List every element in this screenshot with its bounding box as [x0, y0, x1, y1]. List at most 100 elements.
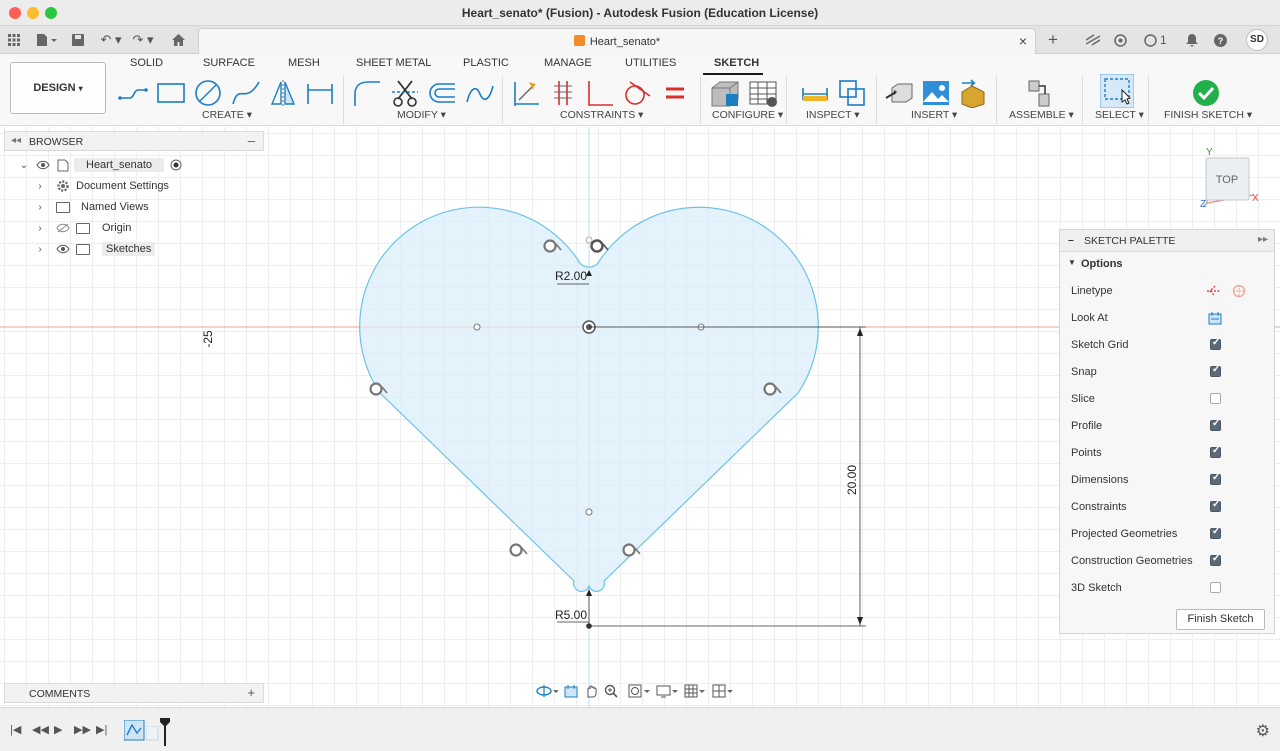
tab-sheet-metal[interactable]: SHEET METAL — [356, 57, 431, 69]
measure-tool-icon[interactable] — [800, 78, 830, 108]
tab-manage[interactable]: MANAGE — [544, 57, 592, 69]
option-dimensions[interactable]: Dimensions — [1060, 470, 1274, 490]
slice-checkbox[interactable] — [1210, 393, 1221, 404]
browser-item-root[interactable]: ⌄ Heart_senato — [18, 156, 182, 174]
tab-sketch[interactable]: SKETCH — [714, 57, 759, 69]
option-3d-sketch[interactable]: 3D Sketch — [1060, 578, 1274, 598]
circle-tool-icon[interactable] — [193, 78, 223, 108]
option-construction-geometries[interactable]: Construction Geometries — [1060, 551, 1274, 571]
profile-checkbox[interactable] — [1210, 418, 1221, 431]
collapse-panel-icon[interactable]: ◂◂ — [11, 135, 21, 146]
modify-menu[interactable]: MODIFY ▾ — [397, 109, 446, 121]
constraints-checkbox[interactable] — [1210, 499, 1221, 512]
mirror-tool-icon[interactable] — [268, 78, 298, 108]
snap-checkbox[interactable] — [1210, 364, 1221, 377]
redo-icon[interactable]: ↷ ▾ — [130, 31, 156, 49]
timeline-previous-icon[interactable]: ◀◀ — [32, 723, 49, 736]
option-points[interactable]: Points — [1060, 443, 1274, 463]
pan-hand-icon[interactable] — [584, 684, 598, 698]
perpendicular-constraint-icon[interactable] — [585, 78, 615, 108]
sketch-curve-tool-icon[interactable] — [465, 78, 495, 108]
tab-surface[interactable]: SURFACE — [203, 57, 255, 69]
timeline-next-icon[interactable]: ▶▶ — [74, 723, 91, 736]
option-constraints[interactable]: Constraints — [1060, 497, 1274, 517]
close-tab-icon[interactable]: × — [1019, 33, 1027, 49]
equal-constraint-icon[interactable] — [660, 78, 690, 108]
change-parameters-icon[interactable] — [710, 78, 740, 108]
configure-menu[interactable]: CONFIGURE ▾ — [712, 109, 783, 121]
assemble-joint-icon[interactable] — [1025, 78, 1055, 108]
extensions-icon[interactable] — [1086, 31, 1100, 49]
timeline-last-icon[interactable]: ▶| — [96, 723, 107, 736]
comments-panel[interactable]: COMMENTS + — [4, 683, 264, 703]
view-cube-face[interactable]: TOP — [1216, 174, 1238, 186]
option-projected-geometries[interactable]: Projected Geometries — [1060, 524, 1274, 544]
chevron-right-icon[interactable]: › — [34, 244, 46, 255]
chevron-right-icon[interactable]: › — [34, 181, 46, 192]
save-icon[interactable] — [70, 31, 86, 49]
data-panel-icon[interactable] — [1114, 31, 1127, 49]
browser-item-named-views[interactable]: › Named Views — [34, 198, 148, 216]
inspect-menu[interactable]: INSPECT ▾ — [806, 109, 860, 121]
timeline-settings-gear-icon[interactable]: ⚙ — [1256, 721, 1270, 741]
line-tool-icon[interactable] — [118, 78, 148, 108]
chevron-right-icon[interactable]: › — [34, 202, 46, 213]
chevron-down-icon[interactable]: ⌄ — [18, 160, 30, 171]
grid-settings-icon[interactable] — [684, 684, 706, 698]
timeline-play-icon[interactable]: ▶ — [54, 723, 62, 736]
dimensions-checkbox[interactable] — [1210, 472, 1221, 485]
insert-canvas-icon[interactable] — [921, 78, 951, 108]
sketch-point[interactable] — [585, 236, 593, 244]
3d-sketch-checkbox[interactable] — [1210, 582, 1221, 593]
insert-derive-icon[interactable] — [884, 78, 914, 108]
collapse-icon[interactable]: – — [1068, 234, 1074, 246]
option-sketch-grid[interactable]: Sketch Grid — [1060, 335, 1274, 355]
points-checkbox[interactable] — [1210, 445, 1221, 458]
tangent-constraint-icon[interactable] — [509, 543, 528, 557]
look-at-icon[interactable] — [1208, 311, 1222, 325]
browser-item-origin[interactable]: › Origin — [34, 219, 131, 237]
finish-sketch-check-icon[interactable] — [1191, 78, 1221, 108]
expand-panel-icon[interactable]: ▸▸ — [1258, 234, 1268, 245]
select-menu[interactable]: SELECT ▾ — [1095, 109, 1144, 121]
dimension-height[interactable]: 20.00 — [845, 465, 859, 495]
minimize-panel-icon[interactable]: – — [248, 133, 255, 148]
insert-menu[interactable]: INSERT ▾ — [911, 109, 957, 121]
add-comment-icon[interactable]: + — [247, 685, 255, 700]
trim-tool-icon[interactable] — [390, 78, 420, 108]
workspace-switcher[interactable]: DESIGN ▾ — [10, 62, 106, 114]
sketch-point[interactable] — [473, 323, 481, 331]
dimension-tool-icon[interactable] — [305, 78, 335, 108]
construction-linetype-icon[interactable] — [1206, 284, 1222, 298]
create-menu[interactable]: CREATE ▾ — [202, 109, 252, 121]
offset-tool-icon[interactable] — [427, 78, 457, 108]
option-slice[interactable]: Slice — [1060, 389, 1274, 409]
interference-tool-icon[interactable] — [837, 78, 867, 108]
new-tab-icon[interactable]: + — [1048, 30, 1058, 49]
tab-solid[interactable]: SOLID — [130, 57, 163, 69]
display-settings-icon[interactable] — [656, 684, 678, 698]
fix-constraint-icon[interactable] — [511, 78, 541, 108]
insert-mcmaster-icon[interactable] — [958, 78, 988, 109]
rectangle-tool-icon[interactable] — [156, 78, 186, 108]
orbit-icon[interactable] — [536, 684, 558, 698]
browser-item-sketches[interactable]: › Sketches — [34, 240, 156, 258]
job-status-icon[interactable]: 1 — [1144, 31, 1167, 49]
fillet-tool-icon[interactable] — [352, 78, 382, 108]
visibility-eye-icon[interactable] — [36, 160, 50, 170]
undo-icon[interactable]: ↶ ▾ — [98, 31, 124, 49]
visibility-eye-icon[interactable] — [56, 244, 70, 254]
zoom-icon[interactable] — [604, 684, 622, 698]
apps-grid-icon[interactable] — [6, 31, 22, 49]
dimension-top-radius[interactable]: R2.00 — [555, 269, 587, 283]
activate-radio-icon[interactable] — [170, 159, 182, 171]
browser-header[interactable]: ◂◂ BROWSER – — [4, 131, 264, 151]
sketch-palette-header[interactable]: – SKETCH PALETTE ▸▸ — [1060, 230, 1274, 252]
finish-sketch-button[interactable]: Finish Sketch — [1176, 609, 1265, 630]
select-window-icon[interactable] — [1099, 73, 1135, 109]
notifications-bell-icon[interactable] — [1186, 31, 1198, 49]
tangent-constraint-icon[interactable] — [622, 78, 652, 108]
construction-geometries-checkbox[interactable] — [1210, 553, 1221, 566]
file-menu-icon[interactable] — [34, 31, 60, 49]
user-avatar[interactable]: SD — [1246, 29, 1268, 51]
